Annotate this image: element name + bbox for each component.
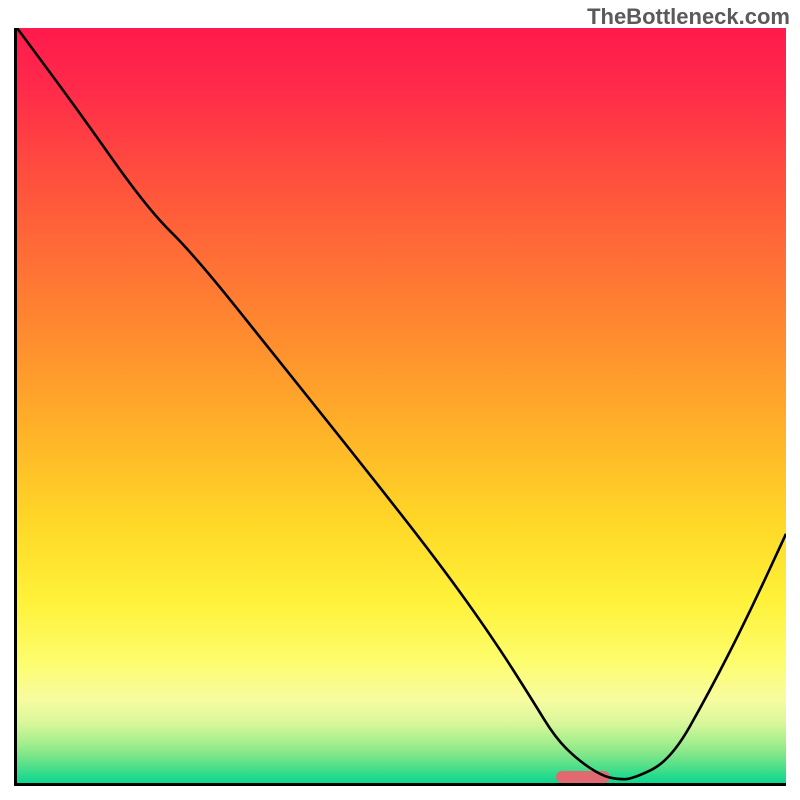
plot-area: [14, 28, 786, 786]
bottleneck-curve: [17, 28, 786, 783]
chart-container: TheBottleneck.com: [0, 0, 800, 800]
watermark-text: TheBottleneck.com: [587, 4, 790, 30]
